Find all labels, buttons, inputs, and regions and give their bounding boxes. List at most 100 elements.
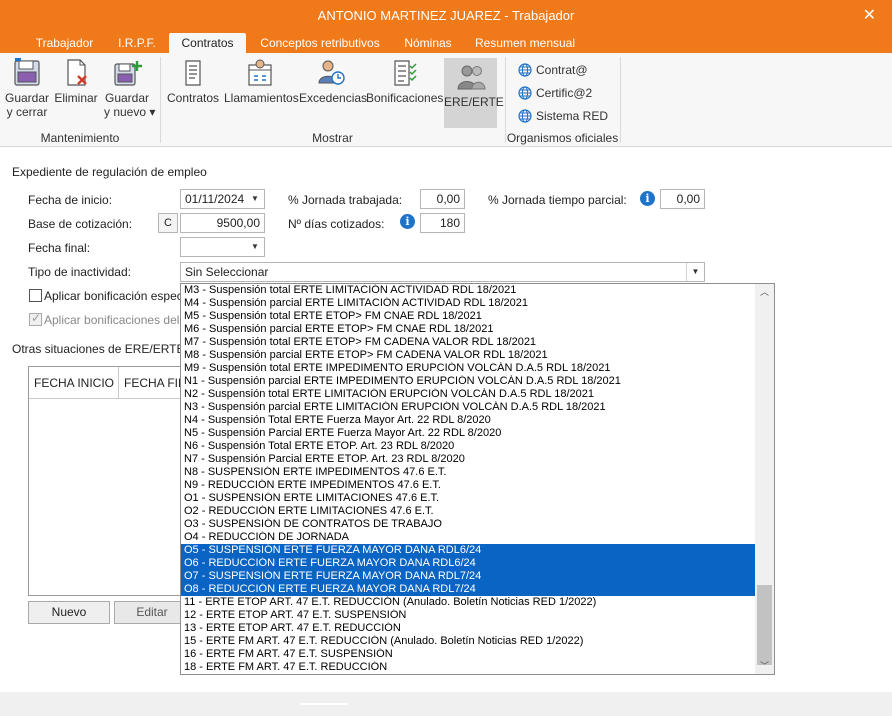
llamamientos-button[interactable]: Llamamientos — [224, 58, 299, 105]
dropdown-option[interactable]: O1 - SUSPENSIÓN ERTE LIMITACIONES 47.6 E… — [181, 492, 755, 505]
chevron-down-icon[interactable]: ▼ — [246, 238, 264, 256]
contracts-icon — [185, 60, 201, 86]
contratos-label: Contratos — [166, 91, 220, 105]
jornada-trabajada-field[interactable]: 0,00 — [420, 189, 465, 209]
tab-trabajador[interactable]: Trabajador — [27, 33, 102, 53]
base-cotizacion-field[interactable]: 9500,00 — [180, 213, 265, 233]
bonificacion-especial-label: Aplicar bonificación espec — [44, 289, 183, 303]
ribbon: Guardar y cerrar Eliminar Guardar y nuev… — [0, 53, 892, 147]
dropdown-option[interactable]: 12 - ERTE ETOP ART. 47 E.T. SUSPENSIÓN — [181, 609, 755, 622]
otras-situaciones-title: Otras situaciones de ERE/ERTE — [12, 342, 185, 356]
ere-icon — [456, 65, 486, 90]
scroll-up-icon[interactable]: ︿ — [755, 284, 774, 300]
tab-contratos[interactable]: Contratos — [169, 33, 246, 53]
certifica-label: Certific@2 — [536, 86, 593, 100]
dropdown-option[interactable]: M3 - Suspensión total ERTE LIMITACIÓN AC… — [181, 284, 755, 297]
dropdown-option[interactable]: N7 - Suspensión Parcial ERTE ETOP. Art. … — [181, 453, 755, 466]
column-fecha-inicio[interactable]: FECHA INICIO — [34, 376, 114, 390]
dropdown-option[interactable]: 16 - ERTE FM ART. 47 E.T. SUSPENSIÓN — [181, 648, 755, 661]
contrata-button[interactable]: Contrat@ — [518, 63, 588, 77]
dropdown-option[interactable]: N4 - Suspensión Total ERTE Fuerza Mayor … — [181, 414, 755, 427]
grid-header: FECHA INICIO FECHA FIN — [29, 367, 189, 399]
fecha-final-label: Fecha final: — [28, 241, 91, 255]
save-new-button[interactable]: Guardar y nuevo ▾ — [104, 58, 156, 119]
info-icon[interactable]: i — [400, 214, 415, 229]
bonificacion-especial-checkbox[interactable] — [29, 289, 42, 302]
tipo-inactividad-dropdown-list[interactable]: M3 - Suspensión total ERTE LIMITACIÓN AC… — [180, 283, 775, 675]
tipo-inactividad-select[interactable]: Sin Seleccionar ▼ — [180, 262, 705, 282]
situaciones-grid[interactable]: FECHA INICIO FECHA FIN — [28, 366, 190, 596]
dropdown-option[interactable]: N8 - SUSPENSIÓN ERTE IMPEDIMENTOS 47.6 E… — [181, 466, 755, 479]
delete-label: Eliminar — [54, 91, 98, 105]
dropdown-option[interactable]: O8 - REDUCCIÓN ERTE FUERZA MAYOR DANA RD… — [181, 583, 755, 596]
contratos-button[interactable]: Contratos — [166, 58, 220, 105]
bonificaciones-button[interactable]: Bonificaciones — [366, 58, 443, 105]
fecha-inicio-field[interactable]: 01/11/2024 ▼ — [180, 189, 265, 209]
save-close-button[interactable]: Guardar y cerrar — [3, 58, 51, 119]
bonus-icon — [394, 60, 417, 86]
dropdown-option[interactable]: O6 - REDUCCIÓN ERTE FUERZA MAYOR DANA RD… — [181, 557, 755, 570]
dropdown-option[interactable]: N2 - Suspensión total ERTE LIMITACIÓN ER… — [181, 388, 755, 401]
scrollbar-thumb[interactable] — [757, 585, 772, 665]
sistema-red-label: Sistema RED — [536, 109, 609, 123]
dropdown-option[interactable]: 18 - ERTE FM ART. 47 E.T. REDUCCIÓN — [181, 661, 755, 674]
certifica-button[interactable]: Certific@2 — [518, 86, 592, 100]
ere-erte-button[interactable]: ERE/ERTE — [444, 58, 504, 128]
dropdown-option[interactable]: N3 - Suspensión parcial ERTE LIMITACIÓN … — [181, 401, 755, 414]
dropdown-option[interactable]: O3 - SUSPENSIÓN DE CONTRATOS DE TRABAJO — [181, 518, 755, 531]
dias-cotizados-field[interactable]: 180 — [420, 213, 465, 233]
sistema-red-button[interactable]: Sistema RED — [518, 109, 608, 123]
chevron-down-icon[interactable]: ▼ — [686, 263, 704, 281]
save-close-icon — [14, 58, 40, 86]
dropdown-option[interactable]: M4 - Suspensión parcial ERTE LIMITACIÓN … — [181, 297, 755, 310]
column-separator — [118, 367, 119, 399]
tab-nominas[interactable]: Nóminas — [396, 33, 460, 53]
tab-irpf[interactable]: I.R.P.F. — [108, 33, 166, 53]
fecha-final-field[interactable]: ▼ — [180, 237, 265, 257]
dropdown-option[interactable]: 15 - ERTE FM ART. 47 E.T. REDUCCIÓN (Anu… — [181, 635, 755, 648]
dropdown-option[interactable]: M5 - Suspensión total ERTE ETOP> FM CNAE… — [181, 310, 755, 323]
base-cotizacion-calc-button[interactable]: C — [158, 213, 178, 233]
close-icon[interactable]: ✕ — [863, 5, 876, 25]
section-title: Expediente de regulación de empleo — [12, 165, 207, 179]
globe-icon — [518, 109, 532, 123]
llamamientos-label: Llamamientos — [224, 91, 299, 105]
dropdown-option[interactable]: N5 - Suspensión Parcial ERTE Fuerza Mayo… — [181, 427, 755, 440]
scroll-down-icon[interactable]: ﹀ — [755, 658, 774, 674]
dropdown-option[interactable]: M8 - Suspensión parcial ERTE ETOP> FM CA… — [181, 349, 755, 362]
dropdown-option[interactable]: M9 - Suspensión total ERTE IMPEDIMENTO E… — [181, 362, 755, 375]
dias-cotizados-label: Nº días cotizados: — [288, 217, 385, 231]
dropdown-items: M3 - Suspensión total ERTE LIMITACIÓN AC… — [181, 284, 755, 674]
dropdown-option[interactable]: O2 - REDUCCIÓN ERTE LIMITACIONES 47.6 E.… — [181, 505, 755, 518]
dropdown-option[interactable]: M6 - Suspensión parcial ERTE ETOP> FM CN… — [181, 323, 755, 336]
dropdown-option[interactable]: 13 - ERTE ETOP ART. 47 E.T. REDUCCIÓN — [181, 622, 755, 635]
base-cotizacion-label: Base de cotización: — [28, 217, 133, 231]
dropdown-option[interactable]: O7 - SUSPENSIÓN ERTE FUERZA MAYOR DANA R… — [181, 570, 755, 583]
tab-resumen-mensual[interactable]: Resumen mensual — [470, 33, 580, 53]
column-fecha-fin[interactable]: FECHA FIN — [124, 376, 187, 390]
dropdown-option[interactable]: N9 - REDUCCIÓN ERTE IMPEDIMENTOS 47.6 E.… — [181, 479, 755, 492]
nuevo-button[interactable]: Nuevo — [28, 601, 110, 624]
dropdown-option[interactable]: 11 - ERTE ETOP ART. 47 E.T. REDUCCIÓN (A… — [181, 596, 755, 609]
jornada-trabajada-label: % Jornada trabajada: — [288, 193, 403, 207]
editar-button[interactable]: Editar — [114, 601, 190, 624]
dropdown-option[interactable]: N6 - Suspensión Total ERTE ETOP. Art. 23… — [181, 440, 755, 453]
dropdown-option[interactable]: N1 - Suspensión parcial ERTE IMPEDIMENTO… — [181, 375, 755, 388]
tab-conceptos-retributivos[interactable]: Conceptos retributivos — [252, 33, 388, 53]
dropdown-option[interactable]: M7 - Suspensión total ERTE ETOP> FM CADE… — [181, 336, 755, 349]
excedencias-button[interactable]: Excedencias — [299, 58, 367, 105]
delete-button[interactable]: Eliminar — [54, 58, 98, 105]
dropdown-option[interactable]: O5 - SUSPENSIÓN ERTE FUERZA MAYOR DANA R… — [181, 544, 755, 557]
ribbon-separator — [620, 57, 621, 143]
bonificaciones-checkbox[interactable] — [29, 311, 42, 326]
save-close-label-1: Guardar — [4, 91, 50, 105]
save-new-label-2: y nuevo ▾ — [104, 105, 156, 119]
dropdown-scrollbar[interactable]: ︿ ﹀ — [755, 284, 774, 674]
fecha-inicio-label: Fecha de inicio: — [28, 193, 113, 207]
ere-erte-label: ERE/ERTE — [444, 95, 504, 109]
info-icon[interactable]: i — [640, 191, 655, 206]
jornada-parcial-field[interactable]: 0,00 — [660, 189, 705, 209]
dropdown-option[interactable]: O4 - REDUCCIÓN DE JORNADA — [181, 531, 755, 544]
chevron-down-icon[interactable]: ▼ — [246, 190, 264, 208]
fecha-inicio-value: 01/11/2024 — [185, 192, 245, 206]
